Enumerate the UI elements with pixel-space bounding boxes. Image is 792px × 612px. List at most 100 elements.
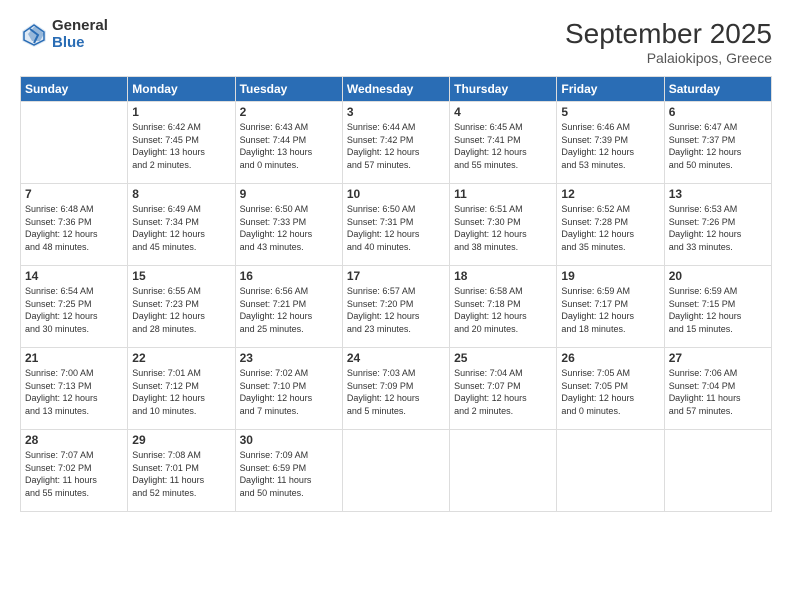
day-number: 9 xyxy=(240,187,338,201)
calendar-cell: 29Sunrise: 7:08 AMSunset: 7:01 PMDayligh… xyxy=(128,430,235,512)
calendar-cell: 27 Sunrise: 7:06 AMSunset: 7:04 PMDayligh… xyxy=(664,348,771,430)
day-info: Sunrise: 6:45 AMSunset: 7:41 PMDaylight:… xyxy=(454,121,552,171)
day-info: Sunrise: 6:55 AMSunset: 7:23 PMDaylight:… xyxy=(132,285,230,335)
header-monday: Monday xyxy=(128,77,235,102)
day-info: Sunrise: 7:07 AMSunset: 7:02 PMDaylight:… xyxy=(25,449,123,499)
day-number: 11 xyxy=(454,187,552,201)
day-info: Sunrise: 6:46 AMSunset: 7:39 PMDaylight:… xyxy=(561,121,659,171)
week-row-4: 28 Sunrise: 7:07 AMSunset: 7:02 PMDayligh… xyxy=(21,430,772,512)
calendar-cell: 5 Sunrise: 6:46 AMSunset: 7:39 PMDaylight… xyxy=(557,102,664,184)
calendar-cell: 12 Sunrise: 6:52 AMSunset: 7:28 PMDayligh… xyxy=(557,184,664,266)
day-number: 4 xyxy=(454,105,552,119)
day-info: Sunrise: 6:52 AMSunset: 7:28 PMDaylight:… xyxy=(561,203,659,253)
day-number: 16 xyxy=(240,269,338,283)
day-info: Sunrise: 7:03 AMSunset: 7:09 PMDaylight:… xyxy=(347,367,445,417)
calendar-cell: 10 Sunrise: 6:50 AMSunset: 7:31 PMDayligh… xyxy=(342,184,449,266)
day-number: 28 xyxy=(25,433,123,447)
day-info: Sunrise: 6:54 AMSunset: 7:25 PMDaylight:… xyxy=(25,285,123,335)
calendar-cell: 19Sunrise: 6:59 AMSunset: 7:17 PMDayligh… xyxy=(557,266,664,348)
day-info: Sunrise: 7:04 AMSunset: 7:07 PMDaylight:… xyxy=(454,367,552,417)
day-number: 18 xyxy=(454,269,552,283)
day-number: 14 xyxy=(25,269,123,283)
logo-icon xyxy=(20,21,48,49)
day-number: 24 xyxy=(347,351,445,365)
calendar-cell: 30Sunrise: 7:09 AMSunset: 6:59 PMDayligh… xyxy=(235,430,342,512)
day-number: 12 xyxy=(561,187,659,201)
day-number: 5 xyxy=(561,105,659,119)
day-number: 15 xyxy=(132,269,230,283)
calendar-cell: 2 Sunrise: 6:43 AMSunset: 7:44 PMDaylight… xyxy=(235,102,342,184)
header-sunday: Sunday xyxy=(21,77,128,102)
day-info: Sunrise: 6:56 AMSunset: 7:21 PMDaylight:… xyxy=(240,285,338,335)
calendar-cell: 15 Sunrise: 6:55 AMSunset: 7:23 PMDayligh… xyxy=(128,266,235,348)
day-info: Sunrise: 6:48 AMSunset: 7:36 PMDaylight:… xyxy=(25,203,123,253)
calendar-cell: 9 Sunrise: 6:50 AMSunset: 7:33 PMDaylight… xyxy=(235,184,342,266)
day-number: 8 xyxy=(132,187,230,201)
calendar-cell: 26 Sunrise: 7:05 AMSunset: 7:05 PMDayligh… xyxy=(557,348,664,430)
day-info: Sunrise: 6:50 AMSunset: 7:33 PMDaylight:… xyxy=(240,203,338,253)
calendar-cell: 3 Sunrise: 6:44 AMSunset: 7:42 PMDaylight… xyxy=(342,102,449,184)
location: Palaiokipos, Greece xyxy=(565,50,772,66)
calendar-cell xyxy=(557,430,664,512)
header-saturday: Saturday xyxy=(664,77,771,102)
day-info: Sunrise: 7:02 AMSunset: 7:10 PMDaylight:… xyxy=(240,367,338,417)
calendar-cell: 6 Sunrise: 6:47 AMSunset: 7:37 PMDaylight… xyxy=(664,102,771,184)
day-number: 19 xyxy=(561,269,659,283)
day-info: Sunrise: 6:47 AMSunset: 7:37 PMDaylight:… xyxy=(669,121,767,171)
week-row-1: 7Sunrise: 6:48 AMSunset: 7:36 PMDaylight… xyxy=(21,184,772,266)
day-number: 21 xyxy=(25,351,123,365)
calendar-cell: 18 Sunrise: 6:58 AMSunset: 7:18 PMDayligh… xyxy=(450,266,557,348)
month-title: September 2025 xyxy=(565,18,772,50)
header-tuesday: Tuesday xyxy=(235,77,342,102)
calendar-cell: 4 Sunrise: 6:45 AMSunset: 7:41 PMDaylight… xyxy=(450,102,557,184)
header-wednesday: Wednesday xyxy=(342,77,449,102)
day-number: 2 xyxy=(240,105,338,119)
day-number: 26 xyxy=(561,351,659,365)
weekday-header-row: Sunday Monday Tuesday Wednesday Thursday… xyxy=(21,77,772,102)
calendar-cell xyxy=(664,430,771,512)
header-thursday: Thursday xyxy=(450,77,557,102)
logo-general: General xyxy=(52,18,108,35)
header-friday: Friday xyxy=(557,77,664,102)
day-number: 17 xyxy=(347,269,445,283)
day-info: Sunrise: 6:42 AMSunset: 7:45 PMDaylight:… xyxy=(132,121,230,171)
day-number: 1 xyxy=(132,105,230,119)
day-info: Sunrise: 6:57 AMSunset: 7:20 PMDaylight:… xyxy=(347,285,445,335)
day-info: Sunrise: 7:05 AMSunset: 7:05 PMDaylight:… xyxy=(561,367,659,417)
calendar-table: Sunday Monday Tuesday Wednesday Thursday… xyxy=(20,76,772,512)
calendar-cell: 11Sunrise: 6:51 AMSunset: 7:30 PMDayligh… xyxy=(450,184,557,266)
calendar-cell: 25 Sunrise: 7:04 AMSunset: 7:07 PMDayligh… xyxy=(450,348,557,430)
day-info: Sunrise: 6:43 AMSunset: 7:44 PMDaylight:… xyxy=(240,121,338,171)
page-header: General Blue September 2025 Palaiokipos,… xyxy=(20,18,772,66)
day-info: Sunrise: 7:00 AMSunset: 7:13 PMDaylight:… xyxy=(25,367,123,417)
day-info: Sunrise: 7:06 AMSunset: 7:04 PMDaylight:… xyxy=(669,367,767,417)
day-number: 30 xyxy=(240,433,338,447)
logo-text: General Blue xyxy=(52,18,108,51)
calendar-cell xyxy=(342,430,449,512)
week-row-2: 14 Sunrise: 6:54 AMSunset: 7:25 PMDayligh… xyxy=(21,266,772,348)
day-info: Sunrise: 6:50 AMSunset: 7:31 PMDaylight:… xyxy=(347,203,445,253)
day-info: Sunrise: 6:53 AMSunset: 7:26 PMDaylight:… xyxy=(669,203,767,253)
day-number: 10 xyxy=(347,187,445,201)
day-number: 6 xyxy=(669,105,767,119)
day-info: Sunrise: 6:58 AMSunset: 7:18 PMDaylight:… xyxy=(454,285,552,335)
calendar-cell: 14 Sunrise: 6:54 AMSunset: 7:25 PMDayligh… xyxy=(21,266,128,348)
logo: General Blue xyxy=(20,18,108,51)
day-number: 13 xyxy=(669,187,767,201)
day-number: 20 xyxy=(669,269,767,283)
calendar-cell: 28 Sunrise: 7:07 AMSunset: 7:02 PMDayligh… xyxy=(21,430,128,512)
week-row-3: 21 Sunrise: 7:00 AMSunset: 7:13 PMDayligh… xyxy=(21,348,772,430)
day-number: 3 xyxy=(347,105,445,119)
calendar-cell: 24 Sunrise: 7:03 AMSunset: 7:09 PMDayligh… xyxy=(342,348,449,430)
calendar-cell: 23Sunrise: 7:02 AMSunset: 7:10 PMDayligh… xyxy=(235,348,342,430)
calendar-cell: 22Sunrise: 7:01 AMSunset: 7:12 PMDayligh… xyxy=(128,348,235,430)
calendar-cell: 8Sunrise: 6:49 AMSunset: 7:34 PMDaylight… xyxy=(128,184,235,266)
calendar-cell xyxy=(21,102,128,184)
day-info: Sunrise: 7:01 AMSunset: 7:12 PMDaylight:… xyxy=(132,367,230,417)
day-number: 27 xyxy=(669,351,767,365)
title-block: September 2025 Palaiokipos, Greece xyxy=(565,18,772,66)
calendar-cell: 7Sunrise: 6:48 AMSunset: 7:36 PMDaylight… xyxy=(21,184,128,266)
day-info: Sunrise: 6:44 AMSunset: 7:42 PMDaylight:… xyxy=(347,121,445,171)
day-number: 25 xyxy=(454,351,552,365)
day-info: Sunrise: 6:59 AMSunset: 7:15 PMDaylight:… xyxy=(669,285,767,335)
